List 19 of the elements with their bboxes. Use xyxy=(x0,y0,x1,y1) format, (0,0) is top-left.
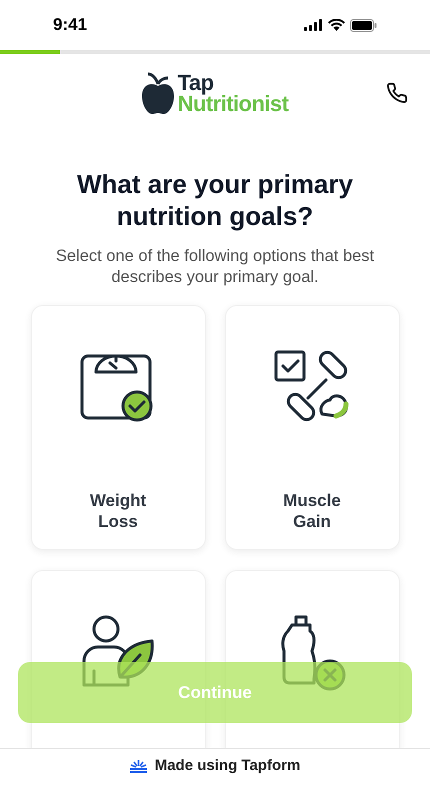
apple-icon xyxy=(142,72,174,114)
option-label: Muscle xyxy=(283,490,341,511)
battery-icon xyxy=(350,18,377,32)
page-title: What are your primary nutrition goals? xyxy=(76,168,354,232)
goal-option-card[interactable]: Muscle Gain xyxy=(224,305,400,550)
phone-button[interactable] xyxy=(386,82,408,104)
page-subtitle: Select one of the following options that best describes your primary goal. xyxy=(54,246,376,288)
phone-icon xyxy=(386,82,408,104)
signal-icon xyxy=(304,19,323,31)
option-label: Weight xyxy=(90,490,146,511)
option-label: Loss xyxy=(98,511,138,532)
brand-name: Tap xyxy=(178,72,214,93)
option-label: Gain xyxy=(293,511,331,532)
status-time: 9:41 xyxy=(53,14,88,36)
dumbbell-icon xyxy=(274,350,350,422)
footer-text: Made using Tapform xyxy=(154,756,300,776)
tapform-logo-icon xyxy=(130,760,147,772)
goal-option-card[interactable]: Weight Loss xyxy=(30,305,206,550)
wifi-icon xyxy=(328,19,345,31)
